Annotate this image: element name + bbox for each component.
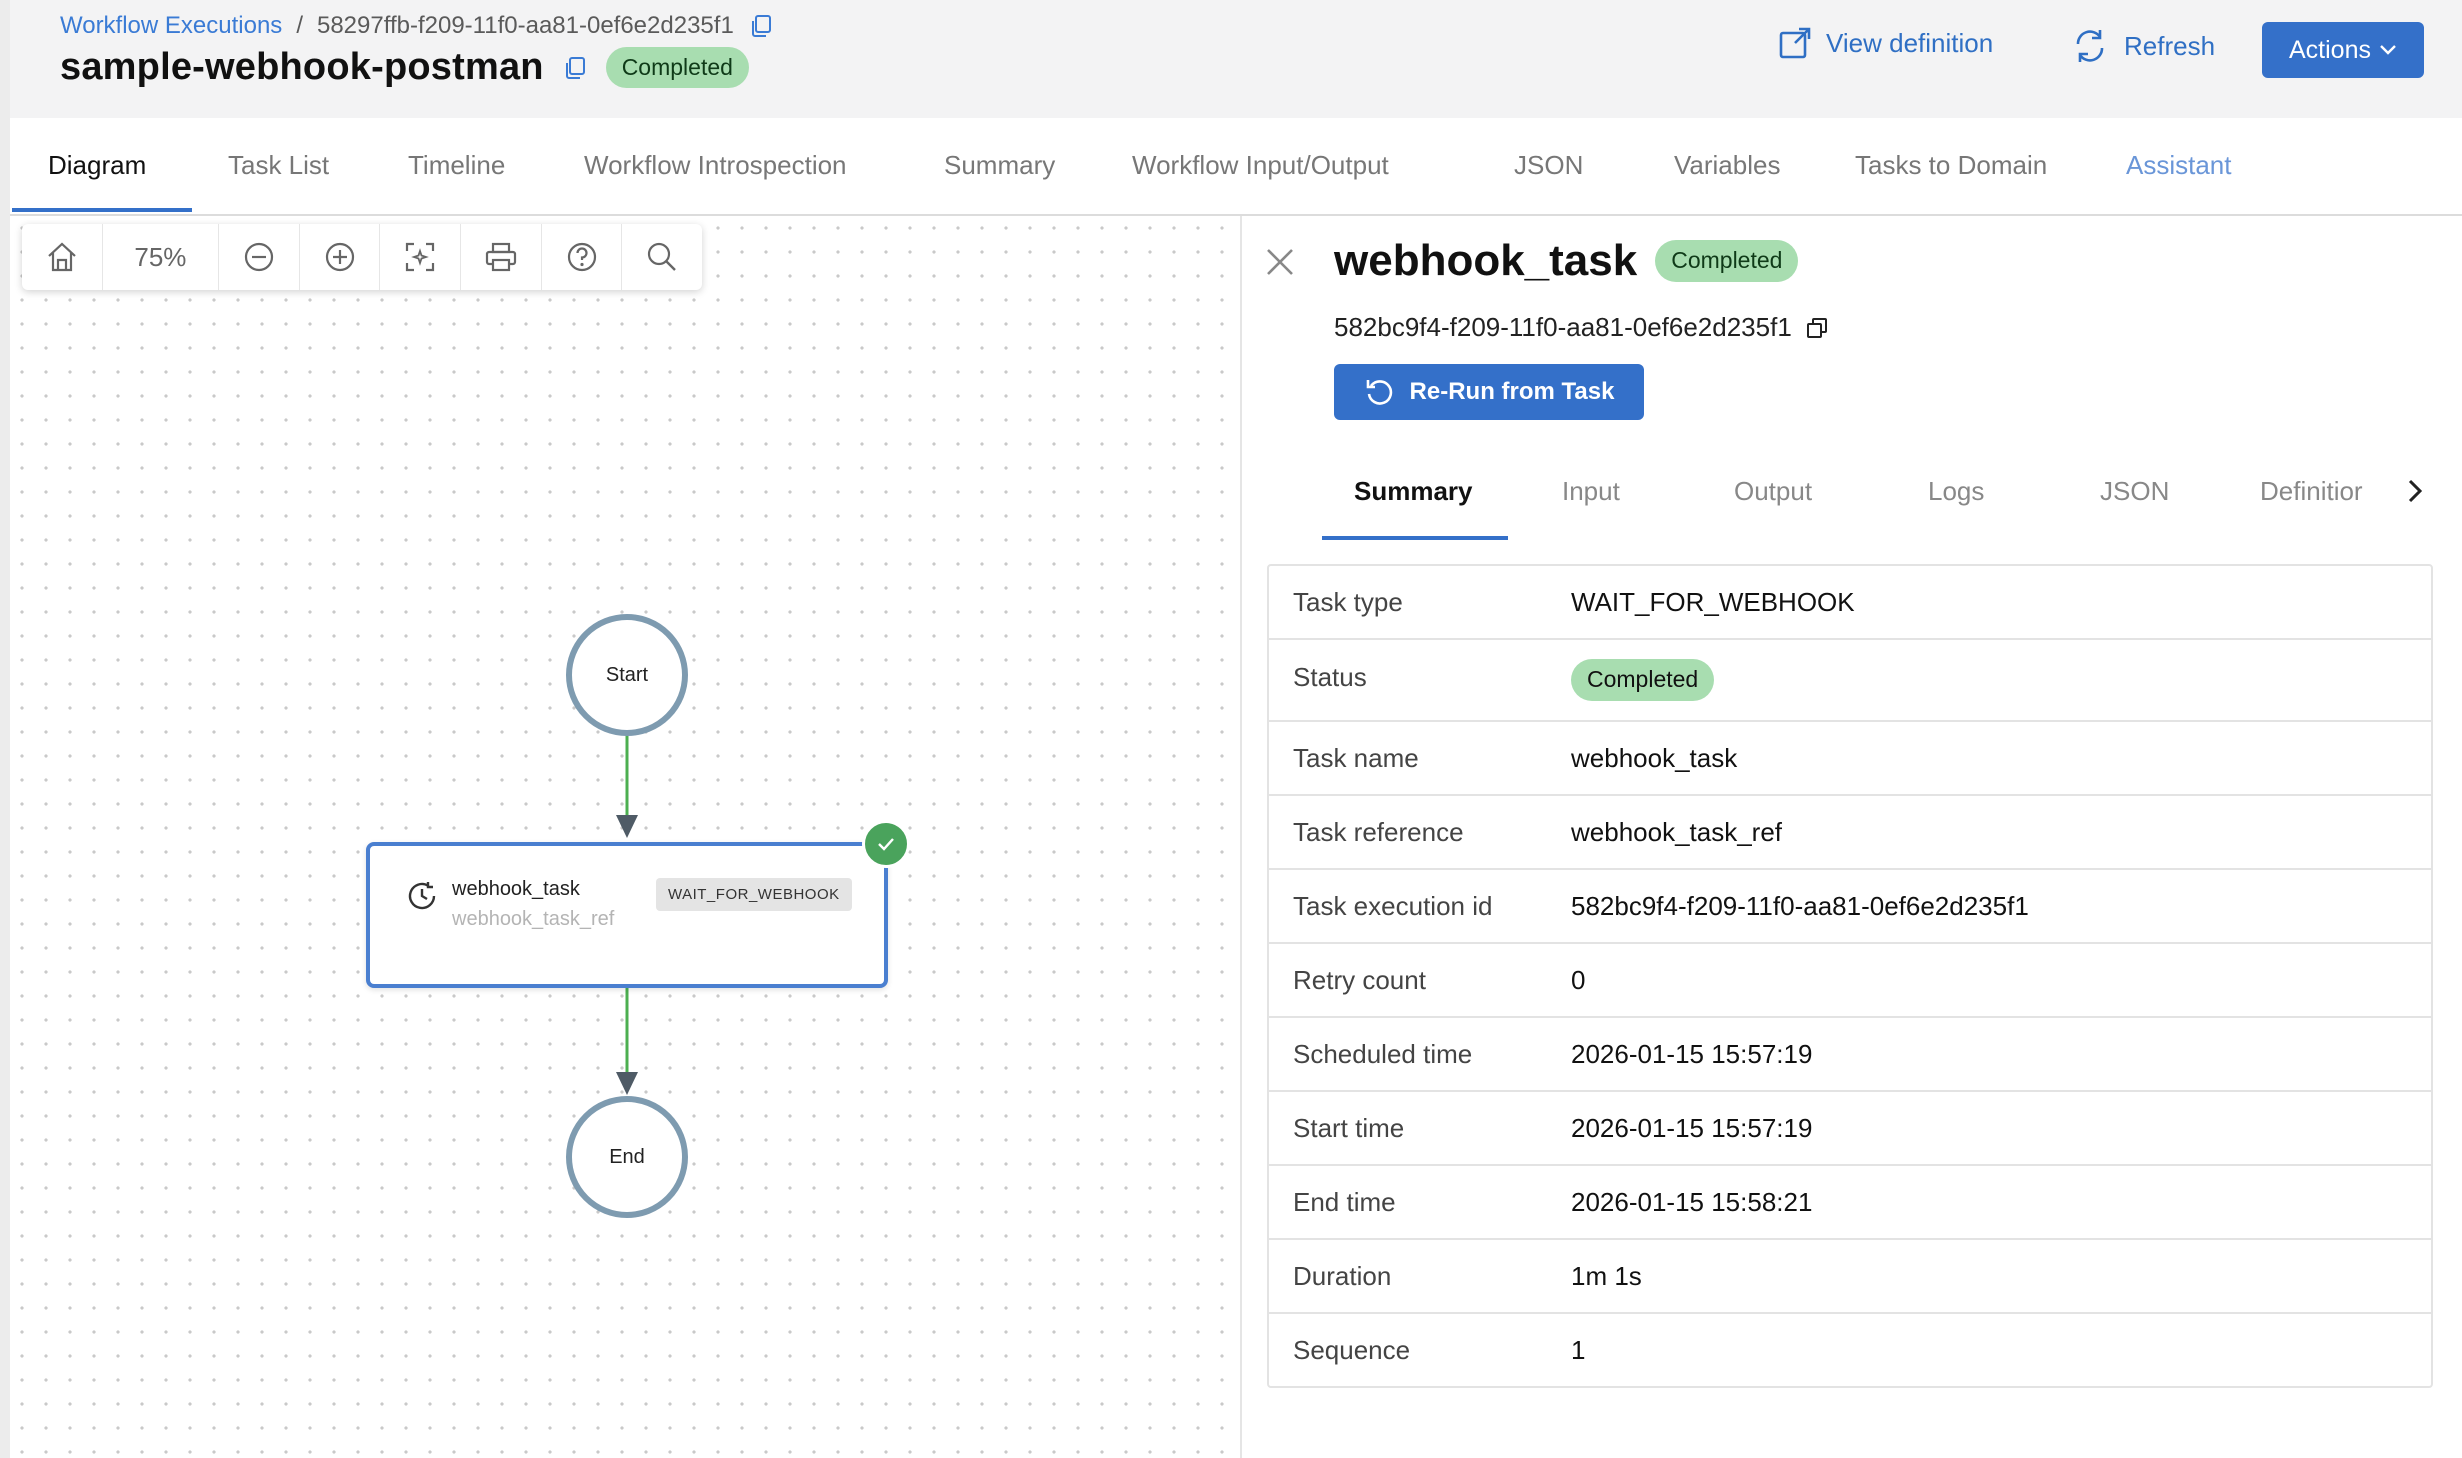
detail-status-badge: Completed [1571, 659, 1715, 701]
detail-key: Status [1293, 661, 1367, 692]
wait-clock-icon [408, 882, 436, 910]
view-definition-button[interactable]: View definition [1778, 26, 1993, 60]
fit-view-button[interactable] [380, 224, 462, 290]
task-details-table: Task type WAIT_FOR_WEBHOOK Status Comple… [1267, 564, 2433, 1388]
chevron-down-icon [2380, 45, 2396, 55]
tab-variables[interactable]: Variables [1674, 150, 1780, 181]
arrowhead-icon [616, 815, 638, 838]
detail-value: 0 [1571, 964, 1586, 995]
panel-tab-logs[interactable]: Logs [1928, 476, 1984, 507]
panel-tab-output[interactable]: Output [1734, 476, 1812, 507]
detail-row-task-reference: Task reference webhook_task_ref [1269, 796, 2431, 870]
close-icon[interactable] [1262, 244, 1298, 280]
detail-key: Task type [1293, 586, 1403, 617]
detail-key: Start time [1293, 1112, 1405, 1143]
detail-key: End time [1293, 1186, 1396, 1217]
detail-value: 1m 1s [1571, 1260, 1642, 1291]
detail-key: Task name [1293, 742, 1419, 773]
tab-tasks-to-domain[interactable]: Tasks to Domain [1855, 150, 2047, 181]
detail-value: webhook_task [1571, 742, 1738, 773]
panel-tab-input[interactable]: Input [1562, 476, 1620, 507]
task-execution-id: 582bc9f4-f209-11f0-aa81-0ef6e2d235f1 [1334, 312, 1792, 342]
task-panel-title: webhook_task [1334, 236, 1638, 285]
detail-key: Scheduled time [1293, 1038, 1473, 1069]
detail-value: 2026-01-15 15:57:19 [1571, 1038, 1813, 1069]
task-node-ref: webhook_task_ref [452, 908, 615, 930]
panel-tab-json[interactable]: JSON [2100, 476, 2169, 507]
detail-value: WAIT_FOR_WEBHOOK [1571, 586, 1855, 617]
view-definition-label: View definition [1826, 27, 1994, 58]
detail-row-end-time: End time 2026-01-15 15:58:21 [1269, 1166, 2431, 1240]
detail-key: Sequence [1293, 1334, 1411, 1365]
task-execution-id-row: 582bc9f4-f209-11f0-aa81-0ef6e2d235f1 [1334, 312, 1830, 343]
chevron-right-icon[interactable] [2400, 476, 2430, 506]
detail-value: 2026-01-15 15:57:19 [1571, 1112, 1813, 1143]
panel-divider[interactable] [1240, 216, 1242, 1458]
help-button[interactable] [542, 224, 623, 290]
detail-row-status: Status Completed [1269, 640, 2431, 722]
refresh-button[interactable]: Refresh [2070, 26, 2215, 66]
home-icon [48, 242, 76, 272]
external-link-icon [1779, 27, 1811, 59]
start-node[interactable]: Start [566, 614, 688, 736]
search-button[interactable] [622, 224, 702, 290]
detail-key: Duration [1293, 1260, 1392, 1291]
detail-row-start-time: Start time 2026-01-15 15:57:19 [1269, 1092, 2431, 1166]
refresh-label: Refresh [2124, 30, 2216, 61]
actions-label: Actions [2289, 35, 2371, 64]
detail-value: webhook_task_ref [1571, 816, 1783, 847]
detail-row-duration: Duration 1m 1s [1269, 1240, 2431, 1314]
task-type-badge: WAIT_FOR_WEBHOOK [656, 878, 852, 911]
task-panel-tabs: Summary Input Output Logs JSON Definitio… [1310, 456, 2450, 540]
detail-row-task-execution-id: Task execution id 582bc9f4-f209-11f0-aa8… [1269, 870, 2431, 944]
task-panel-title-row: webhook_task Completed [1334, 236, 1799, 286]
detail-value: 2026-01-15 15:58:21 [1571, 1186, 1813, 1217]
detail-key: Task execution id [1293, 890, 1493, 921]
zoom-out-button[interactable] [219, 224, 300, 290]
panel-tab-definition[interactable]: Definitior [2260, 476, 2363, 507]
detail-row-scheduled-time: Scheduled time 2026-01-15 15:57:19 [1269, 1018, 2431, 1092]
end-node-label: End [609, 1145, 645, 1168]
detail-key: Retry count [1293, 964, 1426, 995]
panel-active-tab-indicator [1322, 536, 1508, 540]
fit-view-icon [406, 242, 435, 272]
detail-row-sequence: Sequence 1 [1269, 1314, 2431, 1386]
diagram-toolbar: 75% [22, 224, 702, 290]
zoom-in-button[interactable] [300, 224, 381, 290]
search-icon [648, 242, 676, 271]
detail-value: 582bc9f4-f209-11f0-aa81-0ef6e2d235f1 [1571, 890, 2029, 921]
task-status-badge: Completed [1655, 240, 1799, 282]
detail-value: 1 [1571, 1334, 1586, 1365]
undo-rerun-icon [1366, 380, 1392, 405]
print-icon [485, 242, 516, 272]
detail-row-task-name: Task name webhook_task [1269, 722, 2431, 796]
end-node[interactable]: End [566, 1096, 688, 1218]
home-button[interactable] [22, 224, 103, 290]
copy-icon[interactable] [1804, 315, 1830, 341]
detail-row-retry-count: Retry count 0 [1269, 944, 2431, 1018]
print-button[interactable] [461, 224, 542, 290]
tab-assistant[interactable]: Assistant [2126, 150, 2232, 181]
help-icon [567, 242, 596, 272]
panel-tab-summary[interactable]: Summary [1354, 476, 1473, 507]
zoom-in-icon [325, 242, 354, 272]
detail-key: Task reference [1293, 816, 1464, 847]
arrowhead-icon [616, 1072, 638, 1095]
actions-button[interactable]: Actions [2262, 22, 2424, 78]
refresh-icon [2076, 30, 2104, 62]
zoom-level: 75% [103, 224, 220, 290]
rerun-label: Re-Run from Task [1409, 378, 1615, 405]
start-node-label: Start [605, 663, 649, 686]
task-node-webhook[interactable]: webhook_task webhook_task_ref WAIT_FOR_W… [366, 842, 888, 988]
task-completed-check-icon [862, 820, 910, 868]
task-node-name: webhook_task [452, 878, 580, 900]
rerun-from-task-button[interactable]: Re-Run from Task [1334, 364, 1644, 420]
zoom-out-icon [244, 242, 274, 272]
detail-row-task-type: Task type WAIT_FOR_WEBHOOK [1269, 566, 2431, 640]
tab-json[interactable]: JSON [1514, 150, 1583, 181]
